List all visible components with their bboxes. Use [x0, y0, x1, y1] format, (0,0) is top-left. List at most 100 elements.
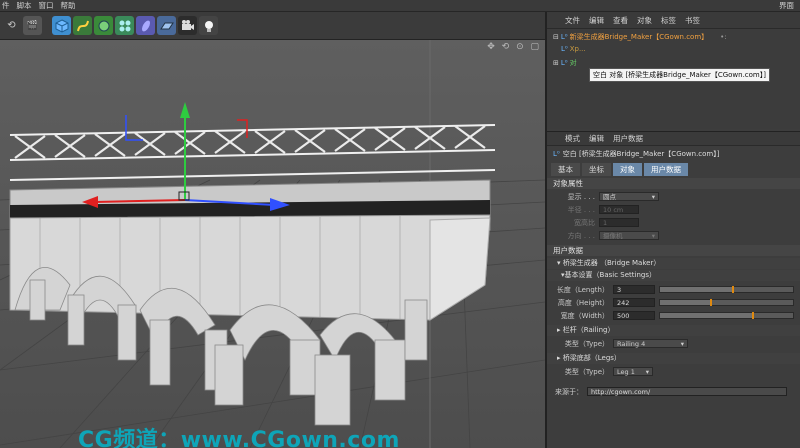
- radius-field[interactable]: 10 cm: [599, 205, 639, 214]
- object-name[interactable]: 新梁生成器Bridge_Maker【CGown.com】: [570, 32, 709, 42]
- tab-object[interactable]: 对象: [613, 163, 642, 176]
- group-basic-settings[interactable]: ▾基本设置（Basic Settings）: [547, 270, 800, 281]
- expand-icon[interactable]: ⊞: [553, 59, 559, 67]
- chevron-down-icon: ▾: [651, 232, 655, 240]
- light-icon[interactable]: [199, 16, 218, 35]
- array-icon[interactable]: [115, 16, 134, 35]
- slider-handle[interactable]: [732, 286, 735, 293]
- tab-coord[interactable]: 坐标: [582, 163, 611, 176]
- prop-source: 来源于： http://cgown.com/: [547, 386, 800, 397]
- deformer-icon[interactable]: [136, 16, 155, 35]
- prop-label: 来源于：: [555, 387, 583, 396]
- undo-icon[interactable]: ⟲: [2, 16, 21, 35]
- prop-width: 宽度（Width） 500: [547, 310, 800, 321]
- prop-label: 半径 . . .: [567, 205, 595, 214]
- attribute-title-text: 空白 [桥梁生成器Bridge_Maker【CGown.com】]: [562, 150, 720, 158]
- floor-icon[interactable]: [157, 16, 176, 35]
- collapse-icon[interactable]: ⊟: [553, 33, 559, 41]
- dropdown-value: 摄像机: [603, 232, 623, 240]
- cube-icon[interactable]: [52, 16, 71, 35]
- tab-basic[interactable]: 基本: [551, 163, 580, 176]
- om-menu-file[interactable]: 文件: [565, 15, 580, 26]
- prop-label: 宽高比: [574, 218, 595, 227]
- dropdown-value: Leg 1: [617, 368, 635, 376]
- right-panel: 文件 编辑 查看 对象 标签 书签 ⊟ L⁰ 新梁生成器Bridge_Maker…: [545, 12, 800, 448]
- am-menu-edit[interactable]: 编辑: [589, 133, 604, 144]
- menu-layout[interactable]: 界面: [779, 0, 794, 11]
- om-menu-bookmarks[interactable]: 书签: [685, 15, 700, 26]
- prop-railing-type: 类型（Type） Railing 4 ▾: [547, 338, 800, 349]
- length-slider[interactable]: [659, 286, 794, 293]
- height-field[interactable]: 242: [613, 298, 655, 307]
- visibility-dots-icon[interactable]: •:: [720, 33, 727, 41]
- display-dropdown[interactable]: 圆点 ▾: [599, 192, 659, 201]
- slider-fill: [660, 313, 754, 318]
- viewport-3d[interactable]: ✥ ⟲ ⊙ ▢ CG频道：www.CGown.com: [0, 40, 545, 448]
- object-row-bridge[interactable]: ⊟ L⁰ 新梁生成器Bridge_Maker【CGown.com】 •:: [553, 32, 727, 42]
- slider-fill: [660, 300, 711, 305]
- om-menu-view[interactable]: 查看: [613, 15, 628, 26]
- dropdown-value: Railing 4: [617, 340, 646, 348]
- prop-label: 类型（Type）: [564, 339, 609, 348]
- prop-label: 显示 . . .: [567, 192, 595, 201]
- menu-script[interactable]: 脚本: [17, 0, 32, 11]
- menubar: 件 脚本 窗口 帮助 界面: [0, 0, 800, 12]
- width-field[interactable]: 500: [613, 311, 655, 320]
- camera-icon[interactable]: [178, 16, 197, 35]
- om-menu-tags[interactable]: 标签: [661, 15, 676, 26]
- aspect-field[interactable]: 1: [599, 218, 639, 227]
- length-field[interactable]: 3: [613, 285, 655, 294]
- nurbs-icon[interactable]: [94, 16, 113, 35]
- slider-handle[interactable]: [752, 312, 755, 319]
- object-row-child[interactable]: ⊞ L⁰ 对: [553, 58, 577, 68]
- slider-fill: [660, 287, 734, 292]
- group-legs[interactable]: ▸ 桥梁底部（Legs）: [547, 353, 800, 364]
- prop-display: 显示 . . . 圆点 ▾: [547, 191, 800, 202]
- null-object-icon: L⁰: [561, 45, 568, 53]
- prop-legs-type: 类型（Type） Leg 1 ▾: [547, 366, 800, 377]
- null-object-icon: L⁰: [560, 59, 568, 67]
- attribute-manager-menu: 模式 编辑 用户数据: [547, 131, 800, 146]
- object-name[interactable]: 对: [570, 58, 577, 68]
- height-slider[interactable]: [659, 299, 794, 306]
- legs-type-dropdown[interactable]: Leg 1 ▾: [613, 367, 653, 376]
- group-bridge-maker[interactable]: ▾ 桥梁生成器 （Bridge Maker）: [547, 258, 800, 269]
- null-object-icon: L⁰: [553, 150, 560, 158]
- object-manager: ⊟ L⁰ 新梁生成器Bridge_Maker【CGown.com】 •: L⁰ …: [547, 29, 800, 129]
- clapper-icon[interactable]: 🎬: [23, 16, 42, 35]
- section-user-data[interactable]: 用户数据: [547, 245, 800, 256]
- tab-user-data[interactable]: 用户数据: [644, 163, 688, 176]
- menu-file[interactable]: 件: [2, 0, 10, 11]
- menu-help[interactable]: 帮助: [61, 0, 76, 11]
- am-menu-userdata[interactable]: 用户数据: [613, 133, 643, 144]
- object-row-xpresso[interactable]: L⁰ Xp...: [561, 45, 586, 53]
- prop-label: 长度（Length）: [556, 285, 609, 294]
- orientation-dropdown[interactable]: 摄像机 ▾: [599, 231, 659, 240]
- prop-label: 宽度（Width）: [560, 311, 609, 320]
- attribute-tabs: 基本 坐标 对象 用户数据: [551, 163, 688, 176]
- section-object-props[interactable]: 对象属性: [547, 178, 800, 189]
- spline-icon[interactable]: [73, 16, 92, 35]
- menu-window[interactable]: 窗口: [39, 0, 54, 11]
- dropdown-value: 圆点: [603, 193, 616, 201]
- om-menu-edit[interactable]: 编辑: [589, 15, 604, 26]
- prop-height: 高度（Height） 242: [547, 297, 800, 308]
- prop-radius: 半径 . . . 10 cm: [547, 204, 800, 215]
- chevron-down-icon: ▾: [680, 340, 684, 348]
- railing-type-dropdown[interactable]: Railing 4 ▾: [613, 339, 688, 348]
- width-slider[interactable]: [659, 312, 794, 319]
- source-field[interactable]: http://cgown.com/: [587, 387, 787, 396]
- watermark-text: CG频道：www.CGown.com: [78, 428, 400, 448]
- am-menu-mode[interactable]: 模式: [565, 133, 580, 144]
- chevron-down-icon: ▾: [645, 368, 649, 376]
- prop-label: 高度（Height）: [557, 298, 609, 307]
- prop-orientation: 方向 . . . 摄像机 ▾: [547, 230, 800, 241]
- prop-label: 类型（Type）: [564, 367, 609, 376]
- object-manager-menu: 文件 编辑 查看 对象 标签 书签: [547, 12, 800, 29]
- group-railing[interactable]: ▸ 栏杆（Railing）: [547, 325, 800, 336]
- tooltip: 空白 对象 [桥梁生成器Bridge_Maker【CGown.com】]: [589, 68, 770, 82]
- viewport-nav-icons[interactable]: ✥ ⟲ ⊙ ▢: [487, 42, 541, 52]
- object-name[interactable]: Xp...: [570, 45, 586, 53]
- om-menu-object[interactable]: 对象: [637, 15, 652, 26]
- slider-handle[interactable]: [709, 299, 712, 306]
